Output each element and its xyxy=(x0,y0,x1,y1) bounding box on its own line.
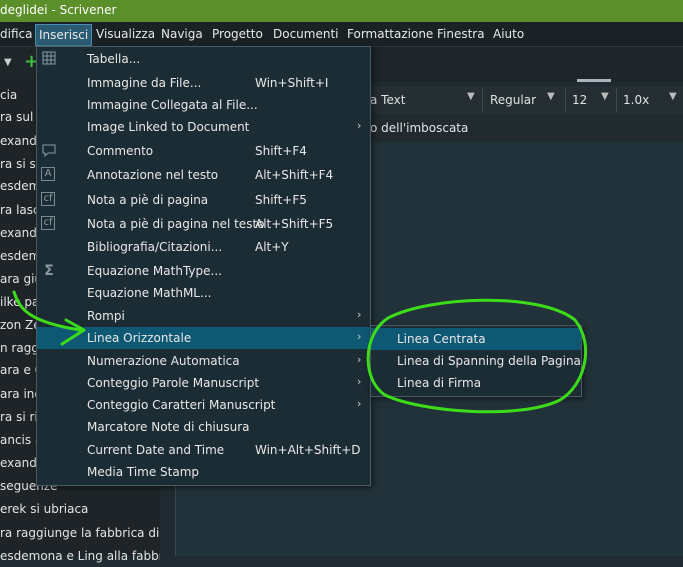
window-title: deglidei - Scrivener xyxy=(0,3,117,17)
footnote-icon: cf xyxy=(41,192,55,206)
comment-icon xyxy=(41,143,57,159)
submenu-item-linea-spanning[interactable]: Linea di Spanning della Pagina xyxy=(371,350,581,372)
menu-item-shortcut: Alt+Shift+F5 xyxy=(255,217,334,231)
menu-documenti[interactable]: Documenti xyxy=(273,27,339,41)
menu-item-label: Marcatore Note di chiusura xyxy=(87,420,250,434)
style-select[interactable]: a Text xyxy=(370,90,405,110)
menu-item-label: Equazione MathType... xyxy=(87,264,222,278)
menu-item-label: Conteggio Caratteri Manuscript xyxy=(87,398,276,412)
table-icon xyxy=(41,51,57,67)
menu-item-shortcut: Alt+Y xyxy=(255,240,289,254)
chevron-down-icon[interactable]: ▼ xyxy=(4,57,12,68)
menu-item-nota[interactable]: cf Nota a piè di pagina Shift+F5 xyxy=(37,189,370,211)
submenu-item-label: Linea di Firma xyxy=(397,376,482,390)
menu-item-shortcut: Win+Alt+Shift+D xyxy=(255,443,361,457)
menu-item-image-linked[interactable]: Image Linked to Document › xyxy=(37,116,370,138)
menu-item-shortcut: Alt+Shift+F4 xyxy=(255,168,334,182)
editor-tab-strip xyxy=(370,47,683,82)
sigma-icon: Σ xyxy=(44,263,54,279)
submenu-item-label: Linea Centrata xyxy=(397,332,486,346)
menu-visualizza[interactable]: Visualizza xyxy=(96,27,155,41)
menu-item-conteggio-caratteri[interactable]: Conteggio Caratteri Manuscript › xyxy=(37,394,370,416)
font-size-select[interactable]: 12 xyxy=(572,90,587,110)
menu-item-label: Nota a piè di pagina nel testo xyxy=(87,217,265,231)
chevron-down-icon[interactable]: ▼ xyxy=(601,91,609,102)
title-bar: deglidei - Scrivener xyxy=(0,0,683,22)
chevron-down-icon[interactable]: ▼ xyxy=(467,91,475,102)
menu-item-label: Nota a piè di pagina xyxy=(87,193,209,207)
menu-item-label: Immagine Collegata al File... xyxy=(87,98,258,112)
menu-item-conteggio-parole[interactable]: Conteggio Parole Manuscript › xyxy=(37,372,370,394)
menu-inserisci[interactable]: Inserisci xyxy=(35,24,93,46)
menu-item-linea-orizzontale[interactable]: Linea Orizzontale › xyxy=(37,327,370,349)
menu-item-media-time-stamp[interactable]: Media Time Stamp xyxy=(37,461,370,483)
menu-item-commento[interactable]: Commento Shift+F4 xyxy=(37,140,370,162)
menu-item-label: Annotazione nel testo xyxy=(87,168,219,182)
menu-item-label: Immagine da File... xyxy=(87,76,202,90)
chevron-right-icon: › xyxy=(357,119,362,132)
menu-item-mathtype[interactable]: Σ Equazione MathType... xyxy=(37,260,370,282)
menu-item-label: Equazione MathML... xyxy=(87,286,212,300)
font-weight-select[interactable]: Regular xyxy=(490,90,536,110)
annotation-icon: A xyxy=(41,167,55,181)
chevron-down-icon[interactable]: ▼ xyxy=(547,91,555,102)
menu-bar: difica Inserisci Visualizza Naviga Proge… xyxy=(0,22,683,47)
menu-item-current-date[interactable]: Current Date and Time Win+Alt+Shift+D xyxy=(37,439,370,461)
chevron-right-icon: › xyxy=(357,308,362,321)
menu-item-label: Image Linked to Document xyxy=(87,120,250,134)
linea-orizzontale-submenu: Linea Centrata Linea di Spanning della P… xyxy=(370,325,582,397)
chevron-right-icon: › xyxy=(357,397,362,410)
menu-item-label: Numerazione Automatica xyxy=(87,354,240,368)
inline-footnote-icon: cf xyxy=(41,216,55,230)
binder-toolbar: ▼ + xyxy=(0,47,39,79)
binder-item[interactable]: erek si ubriaca xyxy=(0,498,160,520)
menu-item-label: Tabella... xyxy=(87,52,141,66)
menu-item-tabella[interactable]: Tabella... xyxy=(37,48,370,70)
submenu-item-label: Linea di Spanning della Pagina xyxy=(397,354,581,368)
menu-item-label: Bibliografia/Citazioni... xyxy=(87,240,223,254)
menu-item-bibliografia[interactable]: Bibliografia/Citazioni... Alt+Y xyxy=(37,236,370,258)
submenu-item-linea-centrata[interactable]: Linea Centrata xyxy=(371,328,581,350)
active-tab-indicator xyxy=(577,79,611,82)
divider xyxy=(482,88,483,112)
menu-item-label: Media Time Stamp xyxy=(87,465,200,479)
document-title: o dell'imboscata xyxy=(370,121,469,135)
inserisci-menu: Tabella... Immagine da File... Win+Shift… xyxy=(36,46,371,486)
menu-finestra[interactable]: Finestra xyxy=(437,27,485,41)
menu-item-immagine-collegata[interactable]: Immagine Collegata al File... xyxy=(37,94,370,116)
chevron-right-icon: › xyxy=(357,375,362,388)
menu-item-mathml[interactable]: Equazione MathML... xyxy=(37,282,370,304)
menu-item-shortcut: Shift+F4 xyxy=(255,144,307,158)
menu-naviga[interactable]: Naviga xyxy=(161,27,203,41)
divider xyxy=(565,88,566,112)
menu-item-label: Conteggio Parole Manuscript xyxy=(87,376,260,390)
menu-item-marcatore[interactable]: Marcatore Note di chiusura xyxy=(37,416,370,438)
chevron-right-icon: › xyxy=(357,330,362,343)
menu-item-shortcut: Shift+F5 xyxy=(255,193,307,207)
menu-item-rompi[interactable]: Rompi › xyxy=(37,305,370,327)
menu-item-label: Current Date and Time xyxy=(87,443,225,457)
menu-formattazione[interactable]: Formattazione xyxy=(347,27,433,41)
chevron-right-icon: › xyxy=(357,353,362,366)
menu-item-annotazione[interactable]: A Annotazione nel testo Alt+Shift+F4 xyxy=(37,164,370,186)
line-spacing-select[interactable]: 1.0x xyxy=(623,90,649,110)
menu-item-label: Rompi xyxy=(87,309,125,323)
chevron-down-icon[interactable]: ▼ xyxy=(669,91,677,102)
menu-progetto[interactable]: Progetto xyxy=(212,27,263,41)
binder-item[interactable]: esdemona e Ling alla fabbric... xyxy=(0,545,160,567)
submenu-item-linea-firma[interactable]: Linea di Firma xyxy=(371,372,581,394)
menu-modifica[interactable]: difica xyxy=(0,27,32,41)
binder-item[interactable]: ra raggiunge la fabbrica di an... xyxy=(0,522,160,544)
menu-item-shortcut: Win+Shift+I xyxy=(255,76,329,90)
divider xyxy=(616,88,617,112)
menu-item-label: Commento xyxy=(87,144,154,158)
menu-aiuto[interactable]: Aiuto xyxy=(493,27,524,41)
menu-item-immagine-da-file[interactable]: Immagine da File... Win+Shift+I xyxy=(37,72,370,94)
menu-item-label: Linea Orizzontale xyxy=(87,331,192,345)
menu-item-numerazione[interactable]: Numerazione Automatica › xyxy=(37,350,370,372)
menu-item-nota-nel-testo[interactable]: cf Nota a piè di pagina nel testo Alt+Sh… xyxy=(37,213,370,235)
